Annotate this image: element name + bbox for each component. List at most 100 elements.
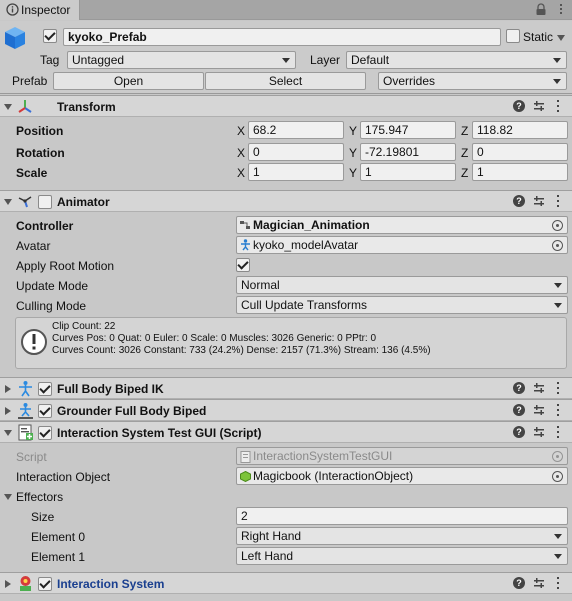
interaction-object-label: Interaction Object: [16, 470, 111, 484]
tab-title: Inspector: [21, 3, 71, 17]
element-0-dropdown[interactable]: Right Hand: [236, 527, 568, 545]
interaction-test-gui-title: Interaction System Test GUI (Script): [57, 426, 262, 440]
prefab-overrides-dropdown[interactable]: Overrides: [378, 72, 567, 90]
script-field: InteractionSystemTestGUI: [236, 447, 568, 465]
static-checkbox[interactable]: [506, 29, 520, 43]
prefab-select-button[interactable]: Select: [205, 72, 366, 90]
tag-dropdown[interactable]: Untagged: [67, 51, 296, 69]
help-icon[interactable]: ?: [513, 195, 525, 207]
size-field[interactable]: 2: [236, 507, 568, 525]
full-body-ik-enabled-checkbox[interactable]: [38, 382, 52, 396]
static-dropdown-arrow-icon[interactable]: [557, 35, 565, 41]
rotation-y-field[interactable]: -72.19801: [360, 143, 456, 161]
info-icon: [6, 3, 19, 16]
preset-icon[interactable]: [533, 404, 545, 416]
y-label[interactable]: Y: [349, 146, 357, 160]
object-picker-icon: [552, 451, 563, 462]
z-label[interactable]: Z: [461, 146, 468, 160]
help-icon[interactable]: ?: [513, 100, 525, 112]
animator-header[interactable]: Animator ?: [0, 190, 572, 212]
scale-z-field[interactable]: 1: [472, 163, 568, 181]
fold-closed-icon[interactable]: [5, 385, 11, 393]
effectors-label[interactable]: Effectors: [16, 490, 63, 504]
animator-controller-icon: [240, 221, 250, 229]
component-menu-icon[interactable]: [556, 100, 560, 112]
x-label[interactable]: X: [237, 146, 245, 160]
layer-dropdown[interactable]: Default: [346, 51, 567, 69]
object-picker-icon[interactable]: [552, 471, 563, 482]
preset-icon[interactable]: [533, 577, 545, 589]
fold-open-icon[interactable]: [4, 104, 12, 110]
z-label[interactable]: Z: [461, 124, 468, 138]
update-mode-dropdown[interactable]: Normal: [236, 276, 568, 294]
component-menu-icon[interactable]: [556, 195, 560, 207]
rotation-x-field[interactable]: 0: [248, 143, 344, 161]
interaction-test-gui-header[interactable]: Interaction System Test GUI (Script) ?: [0, 421, 572, 443]
help-icon[interactable]: ?: [513, 577, 525, 589]
avatar-field[interactable]: kyoko_modelAvatar: [236, 236, 568, 254]
help-icon[interactable]: ?: [513, 404, 525, 416]
x-label[interactable]: X: [237, 166, 245, 180]
fold-open-icon[interactable]: [4, 199, 12, 205]
object-picker-icon[interactable]: [552, 240, 563, 251]
rotation-z-field[interactable]: 0: [472, 143, 568, 161]
element-1-dropdown[interactable]: Left Hand: [236, 547, 568, 565]
transform-header[interactable]: Transform ?: [0, 95, 572, 117]
full-body-ik-icon: [19, 381, 32, 397]
x-label[interactable]: X: [237, 124, 245, 138]
z-label[interactable]: Z: [461, 166, 468, 180]
element-0-label: Element 0: [31, 530, 86, 544]
element-1-label: Element 1: [31, 550, 86, 564]
scale-x-field[interactable]: 1: [248, 163, 344, 181]
scale-y-field[interactable]: 1: [360, 163, 456, 181]
y-label[interactable]: Y: [349, 166, 357, 180]
lock-icon[interactable]: [535, 3, 547, 16]
overrides-label: Overrides: [383, 74, 436, 88]
y-label[interactable]: Y: [349, 124, 357, 138]
transform-title: Transform: [57, 100, 116, 114]
fold-closed-icon[interactable]: [5, 407, 11, 415]
update-mode-value: Normal: [241, 278, 280, 292]
grounder-header[interactable]: Grounder Full Body Biped ?: [0, 399, 572, 421]
position-y-field[interactable]: 175.947: [360, 121, 456, 139]
full-body-biped-ik-header[interactable]: Full Body Biped IK ?: [0, 377, 572, 399]
name-field[interactable]: kyoko_Prefab: [63, 28, 501, 46]
element-0-value: Right Hand: [241, 529, 302, 543]
component-menu-icon[interactable]: [556, 426, 560, 438]
interaction-test-gui-enabled-checkbox[interactable]: [38, 426, 52, 440]
component-menu-icon[interactable]: [556, 382, 560, 394]
active-checkbox[interactable]: [43, 29, 57, 43]
prefab-open-button[interactable]: Open: [53, 72, 204, 90]
info-line: Clip Count: 22: [52, 321, 116, 332]
fold-closed-icon[interactable]: [5, 580, 11, 588]
fold-open-icon[interactable]: [4, 430, 12, 436]
avatar-label: Avatar: [16, 239, 51, 253]
help-icon[interactable]: ?: [513, 382, 525, 394]
layer-label: Layer: [310, 53, 341, 67]
animator-enabled-checkbox[interactable]: [38, 195, 52, 209]
position-x-field[interactable]: 68.2: [248, 121, 344, 139]
component-menu-icon[interactable]: [556, 577, 560, 589]
tab-menu-icon[interactable]: [554, 2, 568, 16]
tag-label: Tag: [40, 53, 60, 67]
grounder-enabled-checkbox[interactable]: [38, 404, 52, 418]
preset-icon[interactable]: [533, 100, 545, 112]
effectors-fold-icon[interactable]: [4, 494, 12, 500]
preset-icon[interactable]: [533, 382, 545, 394]
controller-value: Magician_Animation: [253, 218, 370, 232]
preset-icon[interactable]: [533, 426, 545, 438]
apply-root-motion-checkbox[interactable]: [236, 258, 250, 272]
culling-mode-dropdown[interactable]: Cull Update Transforms: [236, 296, 568, 314]
controller-field[interactable]: Magician_Animation: [236, 216, 568, 234]
interaction-system-enabled-checkbox[interactable]: [38, 577, 52, 591]
interaction-object-field[interactable]: Magicbook (InteractionObject): [236, 467, 568, 485]
tab-inspector[interactable]: Inspector: [0, 0, 80, 20]
object-picker-icon[interactable]: [552, 220, 563, 231]
preset-icon[interactable]: [533, 195, 545, 207]
static-label: Static: [523, 30, 554, 44]
component-menu-icon[interactable]: [556, 404, 560, 416]
tab-bar: Inspector: [0, 0, 572, 20]
interaction-system-header[interactable]: Interaction System ?: [0, 572, 572, 594]
position-z-field[interactable]: 118.82: [472, 121, 568, 139]
help-icon[interactable]: ?: [513, 426, 525, 438]
